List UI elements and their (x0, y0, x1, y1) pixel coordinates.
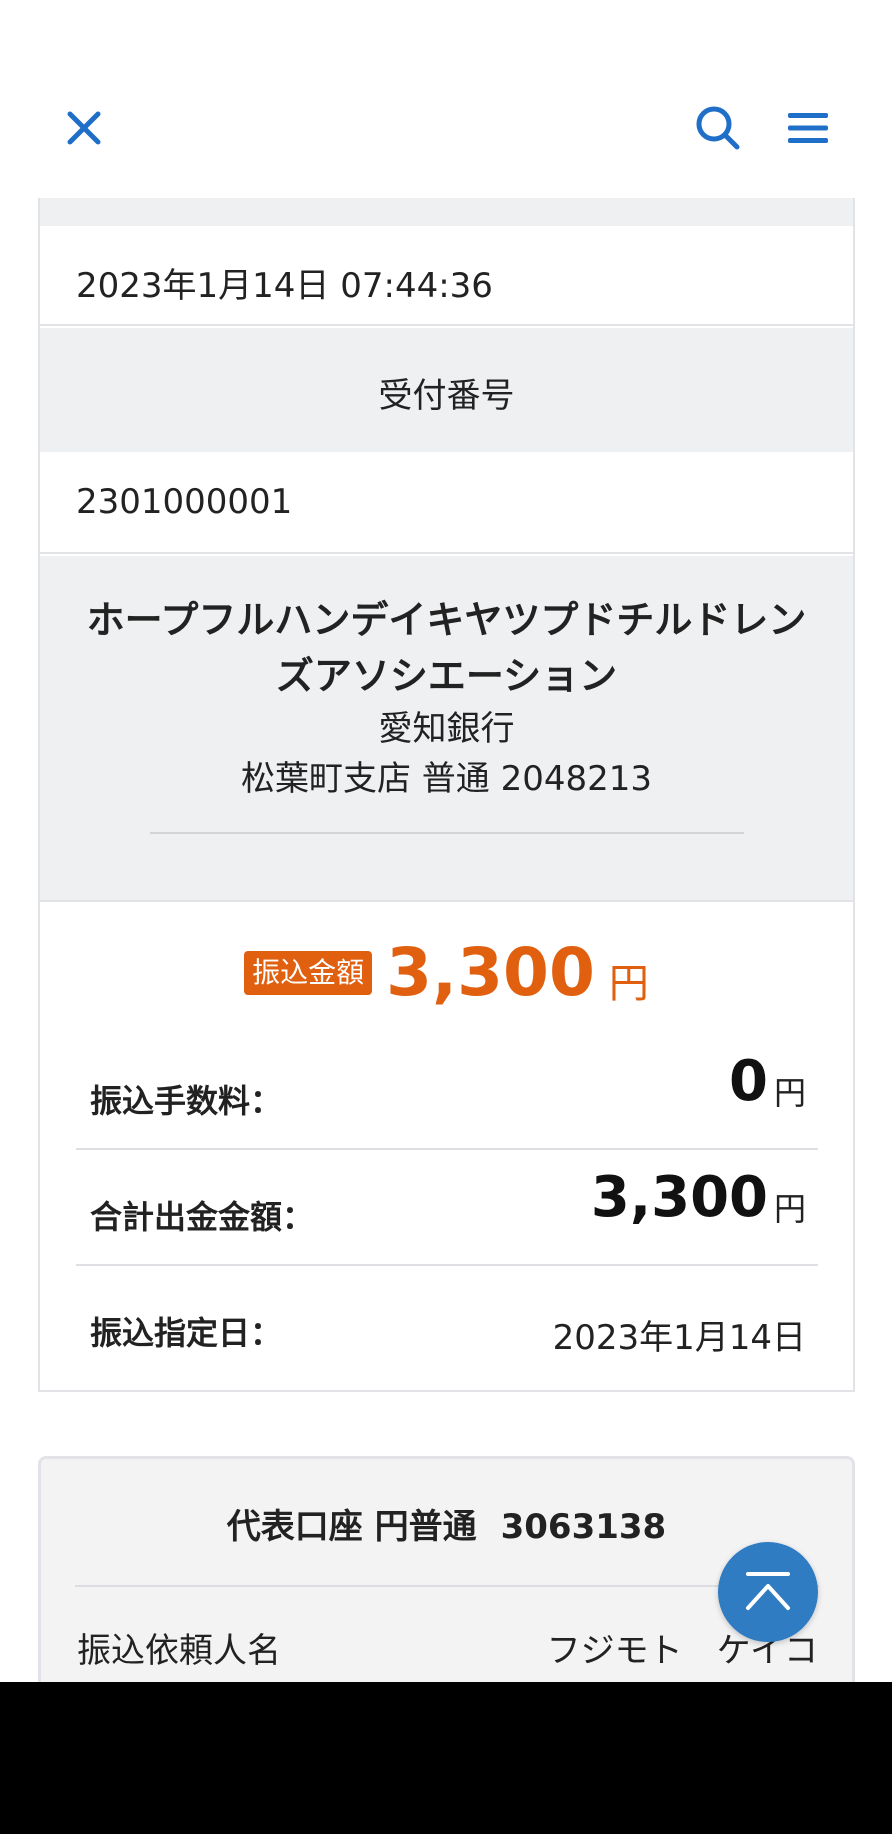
payee-bank: 愛知銀行 (378, 709, 515, 749)
requester-name-label: 振込依頼人名 (77, 1631, 281, 1671)
receipt-number-label: 受付番号 (378, 376, 515, 416)
datetime-row: 2023年1月14日 07:44:36 (40, 226, 853, 326)
card-top-strip (40, 198, 853, 226)
fee-value: 0 (729, 1049, 768, 1114)
transfer-amount-unit: 円 (608, 961, 649, 1007)
receipt-number: 2301000001 (76, 482, 293, 522)
account-number: 3063138 (500, 1507, 667, 1547)
fee-label: 振込手数料： (90, 1082, 283, 1120)
menu-button[interactable] (778, 100, 838, 156)
payee-branch-account: 松葉町支店 普通 2048213 (240, 759, 653, 799)
fee-unit: 円 (773, 1074, 806, 1112)
transfer-date-value: 2023年1月14日 (552, 1318, 806, 1358)
transfer-date-row: 振込指定日： 2023年1月14日 (76, 1268, 818, 1382)
total-withdrawal-row: 合計出金金額： 3,300 円 (76, 1152, 818, 1266)
transfer-detail-card: 2023年1月14日 07:44:36 受付番号 2301000001 ホープフ… (38, 198, 855, 1392)
chevron-up-icon (746, 1572, 790, 1610)
scroll-to-top-button[interactable] (718, 1542, 818, 1642)
transfer-amount-value: 3,300 (386, 934, 595, 1011)
divider (75, 1585, 819, 1587)
transaction-datetime: 2023年1月14日 07:44:36 (76, 266, 493, 306)
close-icon (67, 111, 101, 145)
transfer-amount-badge: 振込金額 (244, 951, 373, 995)
total-withdrawal-unit: 円 (773, 1190, 806, 1228)
payee-name: ホープフルハンデイキヤツプドチルドレンズアソシエーション (86, 598, 807, 698)
account-title: 代表口座 円普通 3063138 (41, 1499, 852, 1548)
fee-row: 振込手数料： 0 円 (76, 1036, 818, 1150)
total-withdrawal-label: 合計出金金額： (90, 1198, 315, 1236)
payee-section: ホープフルハンデイキヤツプドチルドレンズアソシエーション 愛知銀行 松葉町支店 … (40, 556, 853, 902)
transfer-date-label: 振込指定日： (90, 1314, 283, 1352)
receipt-number-row: 2301000001 (40, 452, 853, 554)
app-header (0, 0, 892, 198)
system-navigation-bar (0, 1682, 892, 1834)
hamburger-menu-icon (788, 113, 828, 143)
search-icon (696, 106, 740, 150)
account-type: 代表口座 円普通 (226, 1507, 477, 1547)
search-button[interactable] (690, 100, 746, 156)
total-withdrawal-value: 3,300 (590, 1165, 768, 1230)
receipt-number-header: 受付番号 (40, 328, 853, 452)
close-button[interactable] (56, 100, 112, 156)
transfer-amount-row: 振込金額 3,300 円 (40, 928, 853, 1018)
divider (150, 832, 744, 834)
